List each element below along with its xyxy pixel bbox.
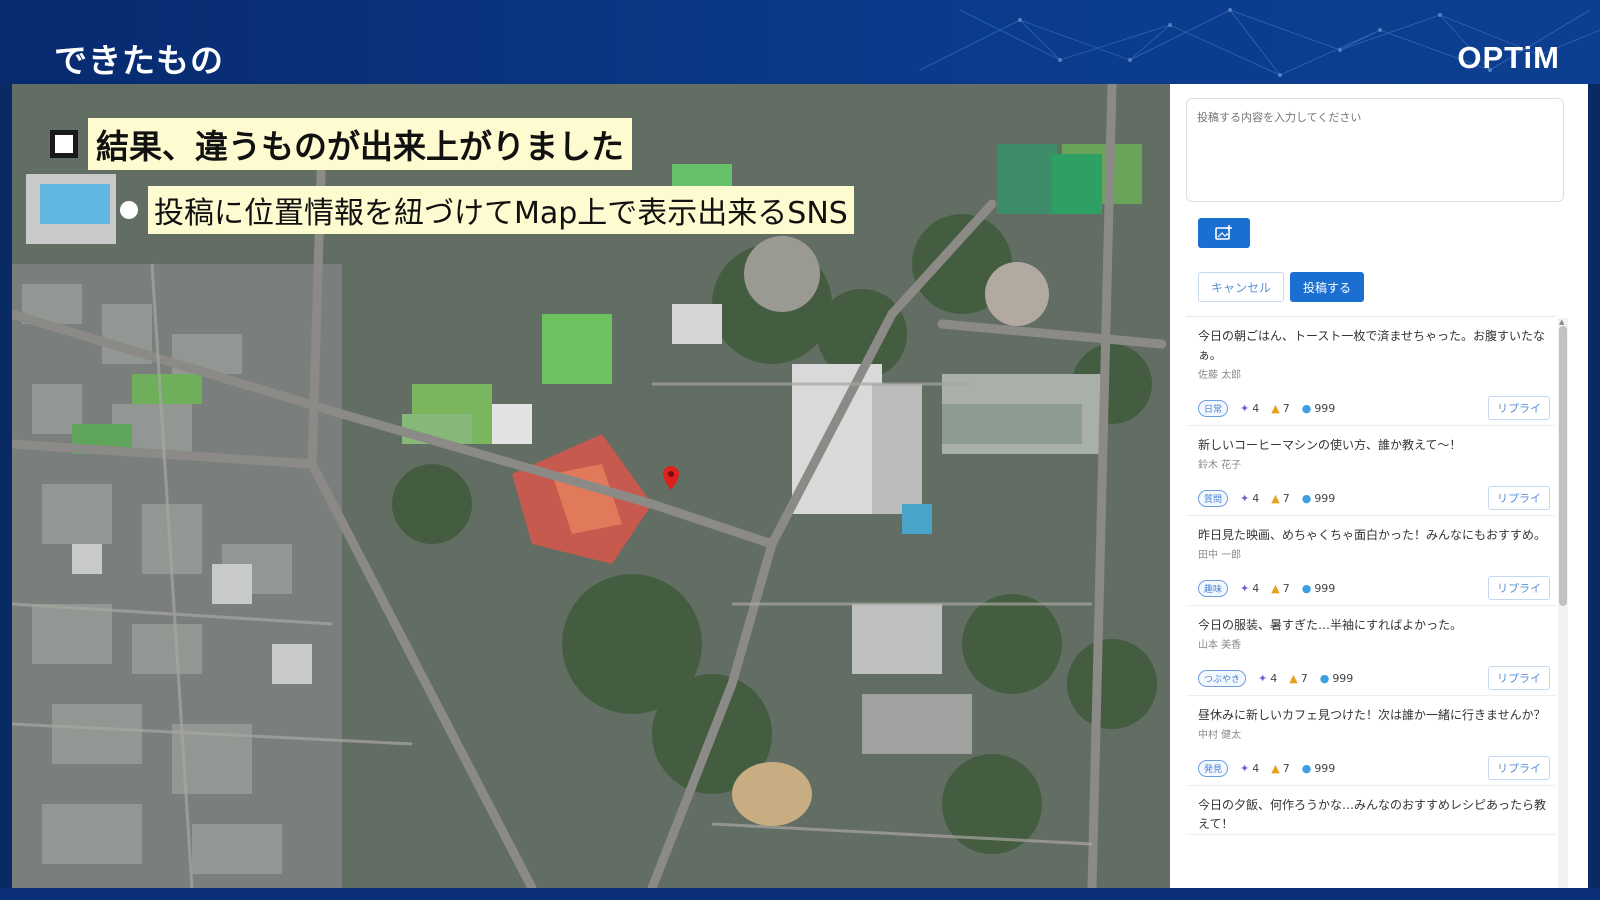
feed-scrollbar[interactable]: ▲ xyxy=(1558,318,1568,888)
brand-logo: OPTiM xyxy=(1457,40,1560,75)
thumbs-up-icon: ▲ xyxy=(1289,671,1298,685)
party-popper-icon: ✦ xyxy=(1240,761,1250,775)
like-count[interactable]: ▲ 7 xyxy=(1271,492,1289,505)
party-count-value: 4 xyxy=(1252,581,1260,595)
bullet-dot-icon xyxy=(120,201,138,219)
comment-count[interactable]: ● 999 xyxy=(1320,672,1354,685)
post-author: 中村 健太 xyxy=(1198,730,1242,741)
post-feed[interactable]: 今日の朝ごはん、トースト一枚で済ませちゃった。お腹すいたなぁ。 佐藤 太郎 日常… xyxy=(1186,316,1556,888)
post-footer: 趣味 ✦ 4 ▲ 7 ● 999 リプライ xyxy=(1198,575,1550,601)
chat-bubble-icon: ● xyxy=(1301,401,1312,415)
scroll-up-arrow-icon[interactable]: ▲ xyxy=(1559,318,1564,326)
post-footer: 発見 ✦ 4 ▲ 7 ● 999 リプライ xyxy=(1198,755,1550,781)
thumbs-up-icon: ▲ xyxy=(1271,761,1280,775)
party-count-value: 4 xyxy=(1252,401,1260,415)
description-callout: 投稿に位置情報を紐づけてMap上で表示出来るSNS xyxy=(120,186,854,234)
comment-count[interactable]: ● 999 xyxy=(1302,762,1336,775)
post-item: 今日の夕飯、何作ろうかな…みんなのおすすめレシピあったら教えて！ xyxy=(1186,786,1556,835)
post-item: 昨日見た映画、めちゃくちゃ面白かった！みんなにもおすすめ。 田中 一郎 趣味 ✦… xyxy=(1186,516,1556,606)
comment-count-value: 999 xyxy=(1314,401,1336,415)
post-body: 昨日見た映画、めちゃくちゃ面白かった！みんなにもおすすめ。 xyxy=(1198,528,1547,542)
post-footer: つぶやき ✦ 4 ▲ 7 ● 999 リプライ xyxy=(1198,665,1550,691)
comment-count-value: 999 xyxy=(1332,671,1354,685)
reply-button[interactable]: リプライ xyxy=(1488,666,1550,690)
image-add-icon xyxy=(1215,225,1232,240)
slide-header: できたもの OPTiM xyxy=(0,0,1600,84)
scrollbar-thumb[interactable] xyxy=(1559,326,1567,606)
party-popper-icon: ✦ xyxy=(1240,581,1250,595)
party-count[interactable]: ✦ 4 xyxy=(1258,672,1277,685)
post-body: 今日の夕飯、何作ろうかな…みんなのおすすめレシピあったら教えて！ xyxy=(1198,798,1547,831)
chat-bubble-icon: ● xyxy=(1319,671,1330,685)
party-popper-icon: ✦ xyxy=(1240,491,1250,505)
like-count[interactable]: ▲ 7 xyxy=(1271,582,1289,595)
post-footer: 質問 ✦ 4 ▲ 7 ● 999 リプライ xyxy=(1198,485,1550,511)
post-content-input[interactable] xyxy=(1186,98,1564,202)
post-item: 昼休みに新しいカフェ見つけた！次は誰か一緒に行きませんか？ 中村 健太 発見 ✦… xyxy=(1186,696,1556,786)
post-body: 新しいコーヒーマシンの使い方、誰か教えて〜！ xyxy=(1198,438,1462,452)
description-callout-text: 投稿に位置情報を紐づけてMap上で表示出来るSNS xyxy=(148,186,854,234)
comment-count[interactable]: ● 999 xyxy=(1302,492,1336,505)
comment-count[interactable]: ● 999 xyxy=(1302,582,1336,595)
reply-button[interactable]: リプライ xyxy=(1488,576,1550,600)
post-author: 佐藤 太郎 xyxy=(1198,370,1242,381)
post-tag[interactable]: つぶやき xyxy=(1198,669,1247,687)
post-tag[interactable]: 質問 xyxy=(1198,489,1229,507)
party-count-value: 4 xyxy=(1270,671,1278,685)
chat-bubble-icon: ● xyxy=(1301,581,1312,595)
like-count[interactable]: ▲ 7 xyxy=(1271,762,1289,775)
add-image-button[interactable] xyxy=(1198,218,1250,248)
post-footer: 日常 ✦ 4 ▲ 7 ● 999 リプライ xyxy=(1198,395,1550,421)
result-callout: 結果、違うものが出来上がりました xyxy=(50,118,632,170)
post-item: 今日の服装、暑すぎた…半袖にすればよかった。 山本 美香 つぶやき ✦ 4 ▲ 7 … xyxy=(1186,606,1556,696)
party-count[interactable]: ✦ 4 xyxy=(1240,582,1259,595)
comment-count[interactable]: ● 999 xyxy=(1302,402,1336,415)
cancel-button[interactable]: キャンセル xyxy=(1198,272,1284,302)
like-count-value: 7 xyxy=(1282,581,1290,595)
party-count[interactable]: ✦ 4 xyxy=(1240,492,1259,505)
party-count-value: 4 xyxy=(1252,761,1260,775)
slide-title: できたもの xyxy=(54,41,224,80)
slide-bottom-bar xyxy=(0,888,1600,900)
comment-count-value: 999 xyxy=(1314,491,1336,505)
checkbox-bullet-icon xyxy=(50,130,78,158)
post-body: 今日の朝ごはん、トースト一枚で済ませちゃった。お腹すいたなぁ。 xyxy=(1198,329,1546,362)
like-count-value: 7 xyxy=(1282,761,1290,775)
party-count[interactable]: ✦ 4 xyxy=(1240,402,1259,415)
like-count-value: 7 xyxy=(1282,401,1290,415)
reply-button[interactable]: リプライ xyxy=(1488,486,1550,510)
like-count-value: 7 xyxy=(1282,491,1290,505)
submit-post-button[interactable]: 投稿する xyxy=(1290,272,1364,302)
chat-bubble-icon: ● xyxy=(1301,491,1312,505)
party-count[interactable]: ✦ 4 xyxy=(1240,762,1259,775)
result-callout-text: 結果、違うものが出来上がりました xyxy=(88,118,632,170)
like-count-value: 7 xyxy=(1300,671,1308,685)
post-body: 昼休みに新しいカフェ見つけた！次は誰か一緒に行きませんか？ xyxy=(1198,708,1546,722)
post-item: 新しいコーヒーマシンの使い方、誰か教えて〜！ 鈴木 花子 質問 ✦ 4 ▲ 7 ● 9… xyxy=(1186,426,1556,516)
reply-button[interactable]: リプライ xyxy=(1488,756,1550,780)
thumbs-up-icon: ▲ xyxy=(1271,401,1280,415)
post-tag[interactable]: 日常 xyxy=(1198,399,1229,417)
thumbs-up-icon: ▲ xyxy=(1271,491,1280,505)
like-count[interactable]: ▲ 7 xyxy=(1289,672,1307,685)
post-author: 田中 一郎 xyxy=(1198,550,1242,561)
post-tag[interactable]: 趣味 xyxy=(1198,579,1229,597)
post-sidebar: キャンセル 投稿する 今日の朝ごはん、トースト一枚で済ませちゃった。お腹すいたな… xyxy=(1170,84,1588,888)
party-popper-icon: ✦ xyxy=(1240,401,1250,415)
post-author: 鈴木 花子 xyxy=(1198,460,1242,471)
post-body: 今日の服装、暑すぎた…半袖にすればよかった。 xyxy=(1198,618,1463,632)
reply-button[interactable]: リプライ xyxy=(1488,396,1550,420)
post-tag[interactable]: 発見 xyxy=(1198,759,1229,777)
comment-count-value: 999 xyxy=(1314,761,1336,775)
chat-bubble-icon: ● xyxy=(1301,761,1312,775)
like-count[interactable]: ▲ 7 xyxy=(1271,402,1289,415)
party-popper-icon: ✦ xyxy=(1258,671,1268,685)
thumbs-up-icon: ▲ xyxy=(1271,581,1280,595)
comment-count-value: 999 xyxy=(1314,581,1336,595)
party-count-value: 4 xyxy=(1252,491,1260,505)
post-author: 山本 美香 xyxy=(1198,640,1242,651)
post-item: 今日の朝ごはん、トースト一枚で済ませちゃった。お腹すいたなぁ。 佐藤 太郎 日常… xyxy=(1186,317,1556,426)
